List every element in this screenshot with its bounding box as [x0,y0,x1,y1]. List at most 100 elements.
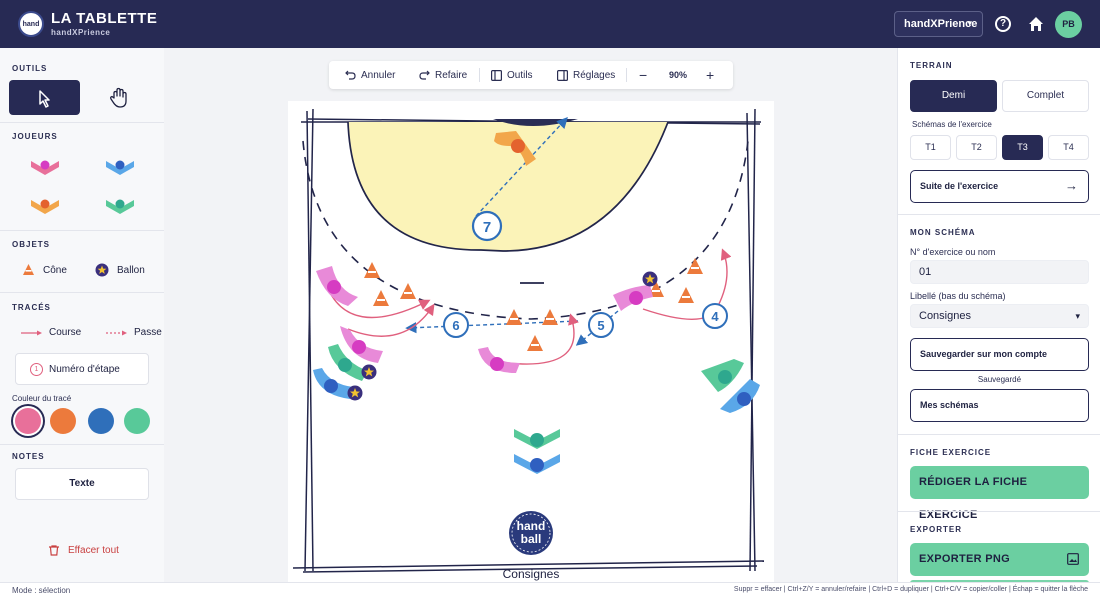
image-icon [1067,553,1079,565]
section-objects-label: OBJETS [12,240,51,249]
top-bar: hand LA TABLETTE handXPrience handXPrien… [0,0,1100,48]
tools-button[interactable]: Outils [491,61,533,89]
terrain-complet-button[interactable]: Complet [1002,80,1089,112]
select-tool-button[interactable] [9,80,80,115]
pass-arrow-icon [106,330,127,335]
canvas-toolbar: Annuler Refaire Outils Réglages − 90% + [329,61,733,89]
export-png-button[interactable]: EXPORTER PNG [910,543,1089,576]
schema-t1-button[interactable]: T1 [910,135,951,160]
my-schemas-button[interactable]: Mes schémas [910,389,1089,422]
app-subtitle: handXPrience [51,28,111,37]
clear-all-button[interactable]: Effacer tout [48,545,119,556]
left-sidebar: OUTILS JOUEURS OBJETS Cône Ballon TRACÉS… [0,48,164,582]
redo-icon [419,70,430,80]
divider [0,292,164,293]
section-notes-label: NOTES [12,452,45,461]
home-icon[interactable] [1027,15,1045,33]
caption-select[interactable]: Consignes ▾ [910,304,1089,328]
course-trace[interactable]: Course [21,327,81,338]
brand-select-label: handXPrience [904,18,978,30]
player-green-2 [701,359,744,392]
step-number-button[interactable]: 1 Numéro d'étape [15,353,149,385]
status-bar: Mode : sélection Suppr = effacer | Ctrl+… [0,582,1100,599]
ball-2 [347,385,363,401]
redo-button[interactable]: Refaire [419,61,467,89]
chevron-down-icon: ▾ [967,18,972,28]
ball-label: Ballon [117,264,145,276]
exercise-sheet-label: FICHE EXERCICE [910,448,992,457]
course-label: Course [49,327,82,338]
pan-tool-button[interactable] [84,80,155,115]
pass-label: Passe [134,327,162,338]
color-swatch-green[interactable] [124,408,150,434]
schema-t4-button[interactable]: T4 [1048,135,1089,160]
divider [898,434,1100,435]
player-blue-3 [514,454,560,474]
mode-status: Mode : sélection [12,586,71,595]
toolbar-separator [626,68,627,82]
ball-object[interactable]: Ballon [95,263,145,277]
cursor-icon [39,90,50,108]
player-orange-icon[interactable] [25,192,65,218]
number-5: 5 [597,318,604,333]
undo-button[interactable]: Annuler [345,61,395,89]
divider [0,122,164,123]
undo-icon [345,70,356,80]
help-icon[interactable]: ? [995,16,1011,32]
color-swatch-blue[interactable] [88,408,114,434]
ball-icon [95,263,109,277]
toolbar-separator [479,68,480,82]
color-swatch-pink[interactable] [15,408,41,434]
avatar[interactable]: PB [1055,11,1082,38]
number-badge-6: 6 [443,312,469,338]
number-6: 6 [452,318,459,333]
court-drawing[interactable]: 7 6 5 4 hand ball Consignes [288,101,774,582]
panel-icon [491,69,502,81]
logo-text: hand [22,20,40,28]
zoom-in-button[interactable]: + [706,61,714,89]
redo-label: Refaire [435,69,468,81]
tools-label: Outils [507,69,533,81]
court-canvas[interactable]: 7 6 5 4 hand ball Consignes [288,101,774,582]
exercise-field-label: N° d'exercice ou nom [910,247,996,257]
number-badge-4: 4 [702,303,728,329]
save-account-button[interactable]: Sauvegarder sur mon compte [910,338,1089,371]
step-number-icon: 1 [30,362,43,376]
color-swatch-orange[interactable] [50,408,76,434]
court-caption: Consignes [503,567,560,581]
schema-t2-button[interactable]: T2 [956,135,997,160]
write-sheet-button[interactable]: RÉDIGER LA FICHE EXERCICE [910,466,1089,521]
chevron-down-icon: ▾ [1075,311,1080,321]
section-players-label: JOUEURS [12,132,58,141]
number-badge-5: 5 [588,312,614,338]
export-label: EXPORTER [910,525,963,534]
divider [898,214,1100,215]
next-exercise-label: Suite de l'exercice [920,181,999,191]
player-green-icon[interactable] [100,192,140,218]
zoom-level: 90% [669,70,688,80]
trash-icon [49,545,59,556]
exercise-name-input[interactable]: 01 [910,260,1089,284]
schema-t3-button[interactable]: T3 [1002,135,1043,160]
cone-object[interactable]: Cône [22,263,67,277]
next-exercise-button[interactable]: Suite de l'exercice → [910,170,1089,203]
terrain-demi-button[interactable]: Demi [910,80,997,112]
clear-all-label: Effacer tout [68,545,119,556]
brand-select[interactable]: handXPrience ▾ [894,11,983,37]
player-pink-icon[interactable] [25,153,65,179]
ball-3 [642,271,658,287]
my-schema-label: MON SCHÉMA [910,228,976,237]
step-number-label: Numéro d'étape [49,363,120,375]
handball-logo: hand [18,11,44,37]
court-logo-text-1: hand [517,519,546,533]
text-button[interactable]: Texte [15,468,149,500]
player-pink-4 [613,285,653,311]
settings-button[interactable]: Réglages [557,61,615,89]
section-traces-label: TRACÉS [12,303,51,312]
zoom-out-button[interactable]: − [639,61,647,89]
player-blue-icon[interactable] [100,153,140,179]
app-title: LA TABLETTE [51,10,158,27]
court-logo-text-2: ball [521,532,542,546]
pass-trace[interactable]: Passe [106,327,162,338]
saved-status: Sauvegardé [977,375,1022,384]
